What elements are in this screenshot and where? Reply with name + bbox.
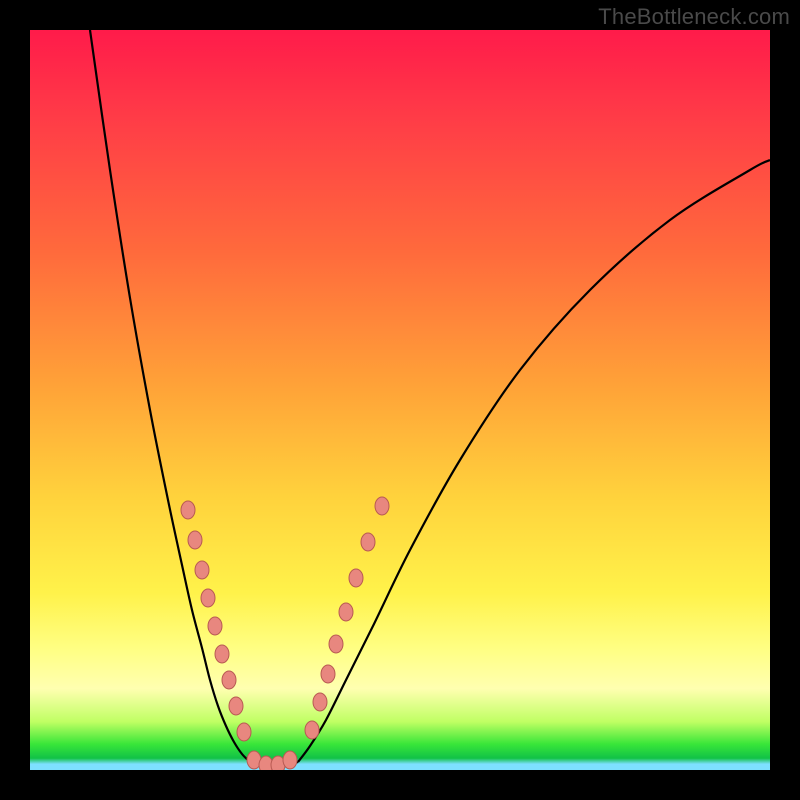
data-dot [283,751,297,769]
plot-area [30,30,770,770]
data-dot [195,561,209,579]
data-dot [375,497,389,515]
watermark-text: TheBottleneck.com [598,4,790,30]
chart-frame: TheBottleneck.com [0,0,800,800]
data-dot [321,665,335,683]
data-dot [229,697,243,715]
data-dot [181,501,195,519]
data-dot [313,693,327,711]
data-dot [188,531,202,549]
data-dot [349,569,363,587]
data-dot [361,533,375,551]
data-dot [215,645,229,663]
data-dot [305,721,319,739]
data-dot [208,617,222,635]
right-curve [298,160,770,762]
scatter-dots [181,497,389,770]
data-dot [237,723,251,741]
data-dot [222,671,236,689]
data-dot [201,589,215,607]
data-dot [339,603,353,621]
data-dot [329,635,343,653]
curve-layer [30,30,770,770]
